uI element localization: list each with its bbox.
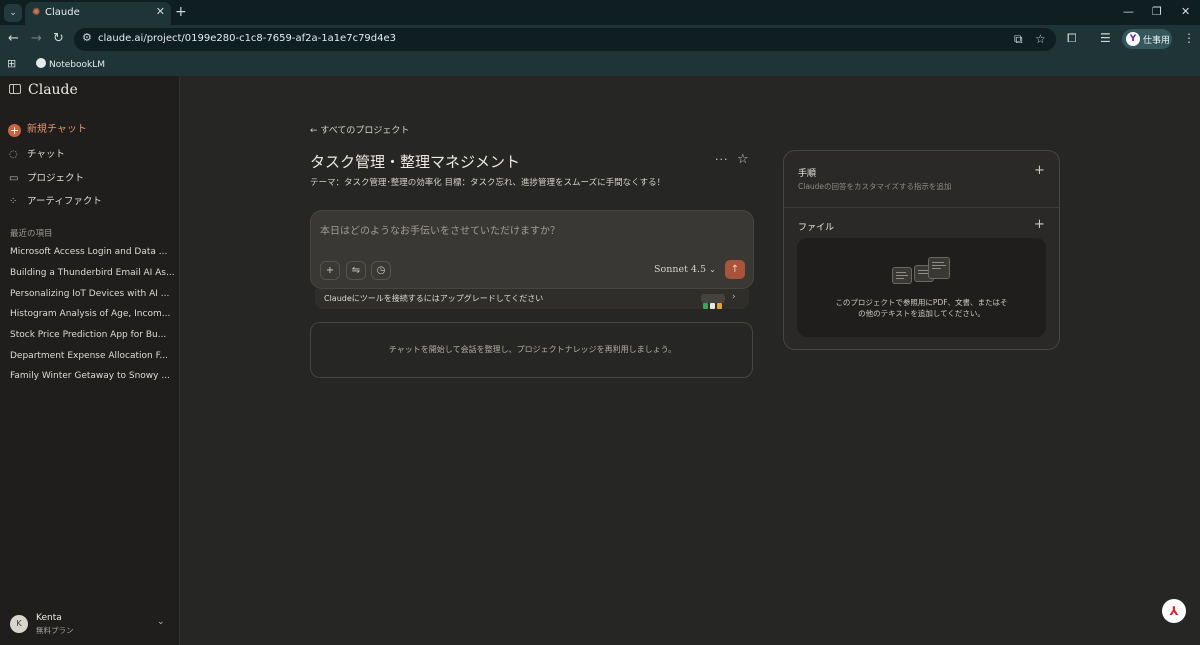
bookmark-notebooklm[interactable]: NotebookLM (36, 58, 105, 70)
maximize-button[interactable]: ❐ (1152, 5, 1162, 18)
divider (784, 207, 1059, 208)
back-arrow-icon[interactable]: ← (8, 31, 19, 47)
model-label: Sonnet 4.5 (654, 264, 707, 275)
artifacts-icon: ⁘ (9, 196, 18, 207)
document-icon (892, 267, 912, 284)
bookmarks-bar: ⊞ NotebookLM (0, 54, 1200, 76)
sidebar: Claude + 新規チャット ◌ チャット ▭ プロジェクト ⁘ アーティファクト 最… (0, 76, 180, 645)
document-icon (928, 257, 950, 279)
tab-title: Claude (45, 7, 80, 18)
browser-tab[interactable]: ✺ Claude ✕ (25, 2, 171, 25)
close-window-button[interactable]: ✕ (1181, 5, 1190, 18)
recents-heading: 最近の項目 (10, 229, 53, 239)
claude-logo[interactable]: Claude (28, 82, 78, 98)
add-instructions-icon[interactable]: + (1034, 163, 1045, 178)
dropzone-text-line: このプロジェクトで参照用にPDF、文書、またはそ (835, 298, 1008, 307)
integration-icons (701, 294, 725, 309)
chevron-right-icon: › (732, 292, 736, 302)
chat-bubble-icon: ◌ (9, 149, 18, 160)
dropzone-text: このプロジェクトで参照用にPDF、文書、またはそ の他のテキストを追加してくださ… (797, 297, 1046, 319)
plus-icon: + (8, 124, 21, 137)
claude-favicon-icon: ✺ (32, 7, 41, 18)
sidebar-item-chats[interactable]: ◌ チャット (9, 146, 65, 160)
browser-menu-icon[interactable]: ⋮ (1183, 31, 1195, 45)
tools-banner-label: Claudeにツールを接続するにはアップグレードしてください (324, 294, 544, 303)
tab-search-icon[interactable]: ⌄ (4, 4, 22, 22)
project-description: テーマ：タスク管理･整理の効率化 目標：タスク忘れ、進捗管理をスムーズに手間なく… (310, 178, 666, 188)
recent-chat-item[interactable]: Building a Thunderbird Email AI As... (10, 268, 175, 278)
recent-chat-item[interactable]: Histogram Analysis of Age, Incom... (10, 309, 170, 319)
empty-chats-state: チャットを開始して会話を整理し、プロジェクトナレッジを再利用しましょう。 (310, 322, 753, 378)
sidebar-item-label: プロジェクト (27, 173, 85, 184)
profile-label: 仕事用 (1143, 36, 1171, 46)
forward-arrow-icon[interactable]: → (31, 31, 42, 47)
bookmark-star-icon[interactable]: ☆ (1035, 32, 1046, 46)
connect-tools-banner[interactable]: Claudeにツールを接続するにはアップグレードしてください › (315, 289, 749, 309)
reload-icon[interactable]: ↻ (53, 31, 64, 47)
profile-avatar: Y (1126, 32, 1140, 46)
page-title: タスク管理・整理マネジメント (310, 153, 521, 171)
site-info-icon[interactable]: ⚙ (82, 31, 92, 44)
sidebar-item-label: チャット (27, 149, 65, 160)
project-knowledge-panel: 手順 + Claudeの回答をカスタマイズする指示を追加 ファイル + このプロ… (783, 150, 1060, 350)
install-app-icon[interactable]: ⧉ (1014, 32, 1023, 47)
chevron-down-icon[interactable]: ⌄ (157, 617, 165, 627)
tab-close-icon[interactable]: ✕ (156, 5, 165, 18)
files-title: ファイル (798, 223, 835, 233)
instructions-title: 手順 (798, 169, 817, 179)
extensions-icon[interactable]: ⧠ (1067, 31, 1077, 46)
instructions-subtitle: Claudeの回答をカスタマイズする指示を追加 (798, 182, 952, 191)
empty-state-text: チャットを開始して会話を整理し、プロジェクトナレッジを再利用しましょう。 (388, 345, 677, 354)
composer-placeholder[interactable]: 本日はどのようなお手伝いをさせていただけますか？ (320, 222, 560, 237)
notebooklm-icon (36, 58, 46, 68)
pdf-extension-icon[interactable]: ⅄ (1162, 599, 1186, 623)
dropzone-text-line: の他のテキストを追加してください。 (858, 309, 985, 318)
recent-chat-item[interactable]: Stock Price Prediction App for Bu... (10, 330, 166, 340)
more-options-icon[interactable]: ··· (715, 153, 729, 166)
new-tab-button[interactable]: + (175, 3, 187, 21)
new-chat-button[interactable]: + 新規チャット (8, 120, 87, 137)
minimize-button[interactable]: — (1123, 5, 1134, 18)
recent-chat-item[interactable]: Microsoft Access Login and Data ... (10, 247, 167, 257)
file-dropzone[interactable]: このプロジェクトで参照用にPDF、文書、またはそ の他のテキストを追加してくださ… (797, 238, 1046, 337)
omnibox[interactable]: ⚙ claude.ai/project/0199e280-c1c8-7659-a… (74, 28, 1056, 51)
add-files-icon[interactable]: + (1034, 217, 1045, 232)
apps-grid-icon[interactable]: ⊞ (7, 57, 16, 70)
send-button[interactable]: ↑ (725, 260, 745, 279)
add-attachment-icon[interactable]: + (320, 261, 340, 280)
sidebar-item-label: アーティファクト (27, 196, 102, 207)
star-icon[interactable]: ☆ (737, 152, 749, 167)
chevron-down-icon: ⌄ (709, 265, 716, 274)
user-plan: 無料プラン (36, 626, 74, 635)
new-chat-label: 新規チャット (27, 124, 87, 135)
history-icon[interactable]: ◷ (371, 261, 391, 280)
chat-composer[interactable]: 本日はどのようなお手伝いをさせていただけますか？ + ⇋ ◷ Sonnet 4.… (310, 210, 754, 289)
user-name: Kenta (36, 613, 62, 623)
sidebar-item-projects[interactable]: ▭ プロジェクト (9, 170, 84, 184)
model-selector[interactable]: Sonnet 4.5 ⌄ (654, 264, 716, 275)
bookmark-label: NotebookLM (49, 60, 106, 70)
address-toolbar: ← → ↻ ⚙ claude.ai/project/0199e280-c1c8-… (0, 25, 1200, 54)
recent-chat-item[interactable]: Family Winter Getaway to Snowy ... (10, 371, 170, 381)
recent-chat-item[interactable]: Department Expense Allocation F... (10, 351, 168, 361)
browser-tab-bar: ⌄ ✺ Claude ✕ + — ❐ ✕ (0, 0, 1200, 25)
url-text[interactable]: claude.ai/project/0199e280-c1c8-7659-af2… (98, 33, 396, 44)
sidebar-toggle-icon[interactable] (9, 84, 21, 94)
reading-list-icon[interactable]: ☰ (1100, 31, 1111, 45)
sidebar-item-artifacts[interactable]: ⁘ アーティファクト (9, 193, 102, 207)
back-to-projects-link[interactable]: ← すべてのプロジェクト (310, 123, 409, 136)
recent-chat-item[interactable]: Personalizing IoT Devices with AI ... (10, 289, 169, 299)
avatar: K (10, 615, 28, 633)
tools-settings-icon[interactable]: ⇋ (346, 261, 366, 280)
folder-icon: ▭ (9, 173, 19, 184)
profile-button[interactable]: Y 仕事用 (1122, 29, 1172, 49)
back-link-label: すべてのプロジェクト (320, 126, 410, 136)
